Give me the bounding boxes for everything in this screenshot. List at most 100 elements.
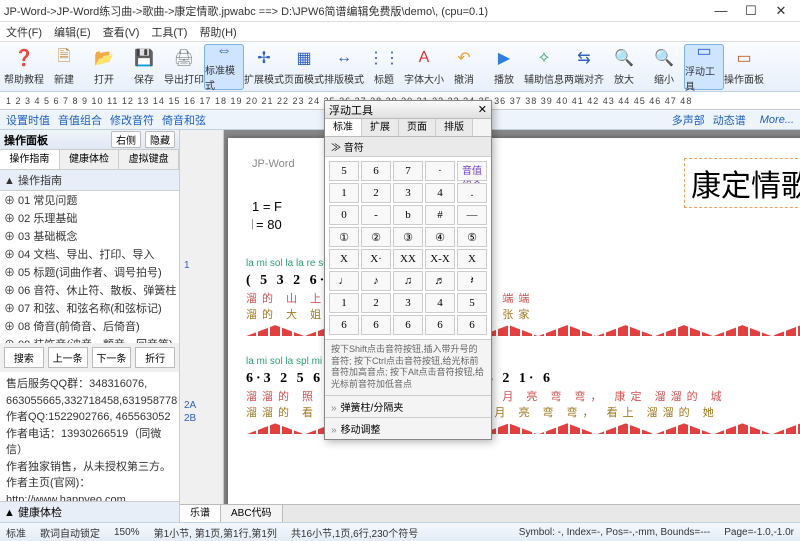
palette-key[interactable]: 2 [361,183,391,203]
tab-修改音符[interactable]: 修改音符 [110,112,154,128]
toolbar-字体大小[interactable]: A字体大小 [404,44,444,90]
guide-item[interactable]: ⊕ 02 乐理基础 [0,209,179,227]
palette-key[interactable]: 4 [425,293,455,313]
guide-item[interactable]: ⊕ 05 标题(词曲作者、调号拍号) [0,263,179,281]
toolbar-放大[interactable]: 🔍放大 [604,44,644,90]
side-btn-上一条[interactable]: 上一条 [48,347,88,368]
toolbar-排版模式[interactable]: ↔排版模式 [324,44,364,90]
side-tab[interactable]: 操作指南 [0,150,60,169]
toolbar-浮动工具[interactable]: ▭浮动工具 [684,44,724,90]
palette-key[interactable]: 音值组合 [457,161,487,181]
palette-key[interactable]: - [361,205,391,225]
floating-palette[interactable]: 浮动工具✕ 标准扩展页面排版 ≫ 音符 567·音值组合1234.0-b#—①②… [324,100,492,440]
palette-key[interactable]: ♩ [329,271,359,291]
tempo[interactable]: 𝄀 = 80 [252,216,282,234]
tab-more[interactable]: More... [760,114,794,126]
palette-spring[interactable]: 弹簧柱/分隔夹 [325,395,491,417]
palette-key[interactable]: ♬ [425,271,455,291]
song-title[interactable]: 康定情歌 [684,158,800,208]
bottom-tab-abc[interactable]: ABC代码 [221,505,283,522]
side-hide-button[interactable]: 隐藏 [145,131,175,148]
key-sig[interactable]: 1 = F [252,198,282,216]
palette-key[interactable]: 6 [393,315,423,335]
minimize-button[interactable]: — [706,3,736,18]
guide-item[interactable]: ⊕ 03 基础概念 [0,227,179,245]
palette-tab[interactable]: 页面 [399,119,436,136]
tab-倚音和弦[interactable]: 倚音和弦 [162,112,206,128]
palette-tab[interactable]: 排版 [436,119,473,136]
palette-key[interactable]: 3 [393,293,423,313]
palette-key[interactable]: ① [329,227,359,247]
tab-多声部[interactable]: 多声部 [672,112,705,128]
palette-close-icon[interactable]: ✕ [478,103,487,116]
palette-key[interactable]: 2 [361,293,391,313]
toolbar-播放[interactable]: ▶播放 [484,44,524,90]
palette-key[interactable]: X-X [425,249,455,269]
close-button[interactable]: ✕ [766,3,796,19]
guide-item[interactable]: ⊕ 06 音符、休止符、散板、弹簧柱 [0,281,179,299]
palette-key[interactable]: 6 [361,161,391,181]
side-btn-下一条[interactable]: 下一条 [92,347,132,368]
palette-key[interactable]: X [329,249,359,269]
palette-key[interactable]: 1 [329,183,359,203]
palette-key[interactable]: X [457,249,487,269]
side-right-button[interactable]: 右侧 [111,131,141,148]
toolbar-导出打印[interactable]: 🖨导出打印 [164,44,204,90]
toolbar-操作面板[interactable]: ▭操作面板 [724,44,764,90]
palette-key[interactable]: XX [393,249,423,269]
toolbar-两端对齐[interactable]: ⇆两端对齐 [564,44,604,90]
palette-tab[interactable]: 扩展 [362,119,399,136]
palette-key[interactable]: 1 [329,293,359,313]
toolbar-缩小[interactable]: 🔍缩小 [644,44,684,90]
palette-key[interactable]: . [457,183,487,203]
palette-key[interactable]: 6 [329,315,359,335]
toolbar-页面模式[interactable]: ▦页面模式 [284,44,324,90]
menu-item[interactable]: 工具(T) [151,24,187,40]
palette-key[interactable]: ③ [393,227,423,247]
palette-key[interactable]: · [425,161,455,181]
palette-key[interactable]: ♪ [361,271,391,291]
palette-key[interactable]: — [457,205,487,225]
palette-key[interactable]: X· [361,249,391,269]
tab-音值组合[interactable]: 音值组合 [58,112,102,128]
toolbar-扩展模式[interactable]: ✢扩展模式 [244,44,284,90]
menu-item[interactable]: 编辑(E) [54,24,91,40]
toolbar-打开[interactable]: 📂打开 [84,44,124,90]
menu-item[interactable]: 文件(F) [6,24,42,40]
side-btn-搜索[interactable]: 搜索 [4,347,44,368]
guide-item[interactable]: ⊕ 04 文档、导出、打印、导入 [0,245,179,263]
guide-item[interactable]: ⊕ 09 装饰音(波音、颤音、回音等) [0,335,179,343]
palette-move[interactable]: 移动调整 [325,417,491,439]
side-btn-折行[interactable]: 折行 [135,347,175,368]
palette-key[interactable]: 3 [393,183,423,203]
health-section[interactable]: ▲ 健康体检 [0,501,179,522]
palette-key[interactable]: 5 [457,293,487,313]
guide-item[interactable]: ⊕ 07 和弦、和弦名称(和弦标记) [0,299,179,317]
maximize-button[interactable]: ☐ [736,3,766,19]
toolbar-帮助教程[interactable]: ❓帮助教程 [4,44,44,90]
toolbar-新建[interactable]: 🗎新建 [44,44,84,90]
guide-section[interactable]: ▲ 操作指南 [0,170,179,191]
toolbar-保存[interactable]: 💾保存 [124,44,164,90]
palette-key[interactable]: 7 [393,161,423,181]
status-zoom[interactable]: 150% [114,527,140,538]
palette-key[interactable]: ♫ [393,271,423,291]
side-tab[interactable]: 虚拟键盘 [119,150,179,169]
palette-key[interactable]: 4 [425,183,455,203]
tab-动态谱[interactable]: 动态谱 [713,112,746,128]
tab-设置时值[interactable]: 设置时值 [6,112,50,128]
toolbar-撤消[interactable]: ↶撤消 [444,44,484,90]
palette-key[interactable]: 6 [457,315,487,335]
palette-key[interactable]: 5 [329,161,359,181]
side-tab[interactable]: 健康体检 [60,150,120,169]
palette-key[interactable]: # [425,205,455,225]
menu-item[interactable]: 帮助(H) [199,24,236,40]
bottom-tab-score[interactable]: 乐谱 [180,505,221,522]
palette-key[interactable]: 6 [425,315,455,335]
palette-key[interactable]: b [393,205,423,225]
menu-item[interactable]: 查看(V) [103,24,140,40]
palette-key[interactable]: 0 [329,205,359,225]
toolbar-标题[interactable]: ⋮⋮标题 [364,44,404,90]
palette-section[interactable]: 音符 [344,143,364,154]
palette-tab[interactable]: 标准 [325,119,362,136]
